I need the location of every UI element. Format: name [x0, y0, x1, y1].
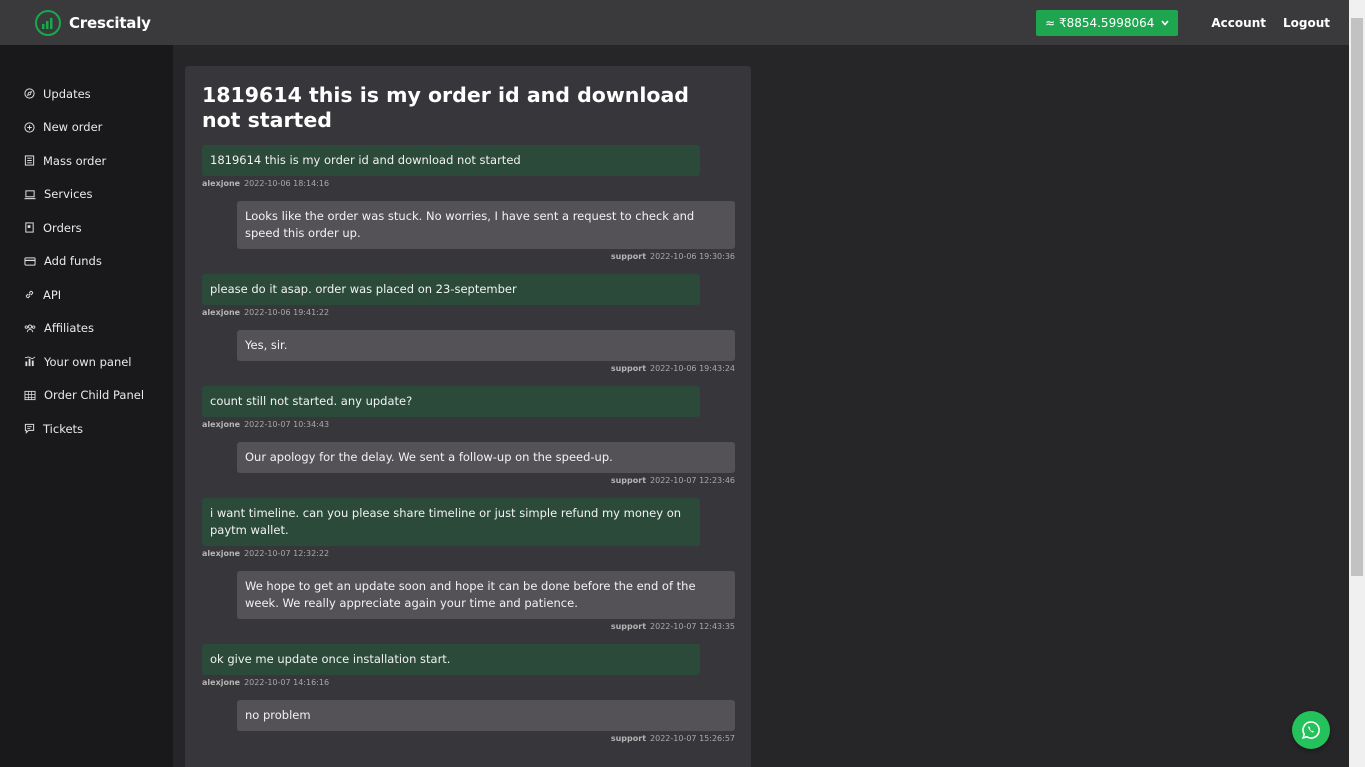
message-author: support [610, 476, 647, 485]
message-support: We hope to get an update soon and hope i… [237, 571, 735, 631]
message-text: ok give me update once installation star… [202, 644, 700, 675]
sidebar-item-label: API [43, 287, 62, 302]
message-text: Looks like the order was stuck. No worri… [237, 201, 735, 249]
message-time: 2022-10-06 19:30:36 [650, 252, 735, 261]
message-author: support [610, 252, 647, 261]
message-meta: support 2022-10-07 15:26:57 [237, 734, 735, 743]
message-text: We hope to get an update soon and hope i… [237, 571, 735, 619]
sidebar-item-your-own-panel[interactable]: Your own panel [0, 345, 173, 379]
message-text: Yes, sir. [237, 330, 735, 361]
message-text: count still not started. any update? [202, 386, 700, 417]
message-user: 1819614 this is my order id and download… [202, 145, 735, 188]
chevron-down-icon [1161, 19, 1169, 26]
sidebar-item-label: Tickets [43, 421, 84, 436]
sidebar-item-label: Add funds [44, 254, 102, 269]
credit-card-icon [24, 257, 36, 266]
message-author: alexjone [202, 308, 241, 317]
users-icon [24, 324, 36, 333]
message-time: 2022-10-07 12:43:35 [650, 622, 735, 631]
sidebar-item-label: Services [44, 187, 93, 202]
message-meta: support 2022-10-07 12:43:35 [237, 622, 735, 631]
sidebar-item-tickets[interactable]: Tickets [0, 412, 173, 446]
message-meta: support 2022-10-06 19:30:36 [237, 252, 735, 261]
whatsapp-chat-button[interactable] [1292, 711, 1330, 749]
message-meta: alexjone 2022-10-06 19:41:22 [202, 308, 735, 317]
message-author: support [610, 364, 647, 373]
message-text: no problem [237, 700, 735, 731]
chart-icon [24, 356, 36, 367]
message-time: 2022-10-06 19:41:22 [244, 308, 330, 317]
scrollbar-thumb[interactable] [1351, 18, 1363, 576]
message-time: 2022-10-06 18:14:16 [244, 179, 330, 188]
brand-logo[interactable]: Crescitaly [35, 9, 151, 36]
message-meta: alexjone 2022-10-06 18:14:16 [202, 179, 735, 188]
ticket-card: 1819614 this is my order id and download… [185, 66, 751, 767]
plus-circle-icon [24, 122, 35, 133]
message-meta: support 2022-10-07 12:23:46 [237, 476, 735, 485]
message-time: 2022-10-07 12:23:46 [650, 476, 735, 485]
message-user: ok give me update once installation star… [202, 644, 735, 687]
whatsapp-icon [1302, 721, 1320, 739]
message-support: Looks like the order was stuck. No worri… [237, 201, 735, 261]
message-meta: alexjone 2022-10-07 14:16:16 [202, 678, 735, 687]
page-scrollbar[interactable] [1349, 0, 1365, 767]
sidebar-item-order-child-panel[interactable]: Order Child Panel [0, 379, 173, 413]
logo-icon [35, 9, 61, 36]
sidebar-item-affiliates[interactable]: Affiliates [0, 312, 173, 346]
message-support: Our apology for the delay. We sent a fol… [237, 442, 735, 485]
message-time: 2022-10-06 19:43:24 [650, 364, 735, 373]
sidebar-item-orders[interactable]: Orders [0, 211, 173, 245]
message-text: please do it asap. order was placed on 2… [202, 274, 700, 305]
message-time: 2022-10-07 15:26:57 [650, 734, 735, 743]
sidebar-item-api[interactable]: API [0, 278, 173, 312]
document-icon [25, 222, 34, 233]
sidebar-item-label: Orders [43, 220, 82, 235]
top-navbar: Crescitaly ≈ ₹8854.5998064 Account Logou… [0, 0, 1349, 45]
sidebar-item-services[interactable]: Services [0, 178, 173, 212]
message-text: 1819614 this is my order id and download… [202, 145, 700, 176]
sidebar-item-new-order[interactable]: New order [0, 111, 173, 145]
brand-name: Crescitaly [69, 13, 151, 32]
message-author: alexjone [202, 420, 241, 429]
message-time: 2022-10-07 10:34:43 [244, 420, 330, 429]
message-user: count still not started. any update? ale… [202, 386, 735, 429]
message-time: 2022-10-07 12:32:22 [244, 549, 330, 558]
sidebar-item-updates[interactable]: Updates [0, 77, 173, 111]
message-author: alexjone [202, 179, 241, 188]
list-icon [24, 155, 35, 166]
sidebar-item-label: New order [43, 120, 103, 135]
sidebar: Updates New order Mass order Services Or… [0, 45, 173, 767]
message-support: Yes, sir. support 2022-10-06 19:43:24 [237, 330, 735, 373]
sidebar-item-add-funds[interactable]: Add funds [0, 245, 173, 279]
account-link[interactable]: Account [1211, 16, 1266, 30]
sidebar-item-label: Affiliates [44, 321, 94, 336]
message-user: please do it asap. order was placed on 2… [202, 274, 735, 317]
message-support: no problem support 2022-10-07 15:26:57 [237, 700, 735, 743]
chat-icon [24, 424, 35, 435]
message-meta: alexjone 2022-10-07 12:32:22 [202, 549, 735, 558]
sidebar-item-label: Updates [43, 86, 91, 101]
message-author: support [610, 622, 647, 631]
message-meta: alexjone 2022-10-07 10:34:43 [202, 420, 735, 429]
sidebar-item-mass-order[interactable]: Mass order [0, 144, 173, 178]
sidebar-item-label: Order Child Panel [44, 388, 145, 403]
grid-icon [24, 390, 36, 400]
sidebar-item-label: Mass order [43, 153, 107, 168]
message-text: Our apology for the delay. We sent a fol… [237, 442, 735, 473]
compass-icon [24, 88, 35, 99]
message-author: alexjone [202, 678, 241, 687]
ticket-title: 1819614 this is my order id and download… [202, 83, 689, 132]
balance-value: ≈ ₹8854.5998064 [1045, 15, 1155, 30]
message-time: 2022-10-07 14:16:16 [244, 678, 330, 687]
message-text: i want timeline. can you please share ti… [202, 498, 700, 546]
balance-dropdown[interactable]: ≈ ₹8854.5998064 [1036, 9, 1179, 36]
logout-link[interactable]: Logout [1283, 16, 1330, 30]
sidebar-item-label: Your own panel [44, 354, 132, 369]
message-user: i want timeline. can you please share ti… [202, 498, 735, 558]
message-author: alexjone [202, 549, 241, 558]
message-author: support [610, 734, 647, 743]
link-icon [25, 291, 34, 299]
laptop-icon [24, 190, 36, 199]
message-meta: support 2022-10-06 19:43:24 [237, 364, 735, 373]
